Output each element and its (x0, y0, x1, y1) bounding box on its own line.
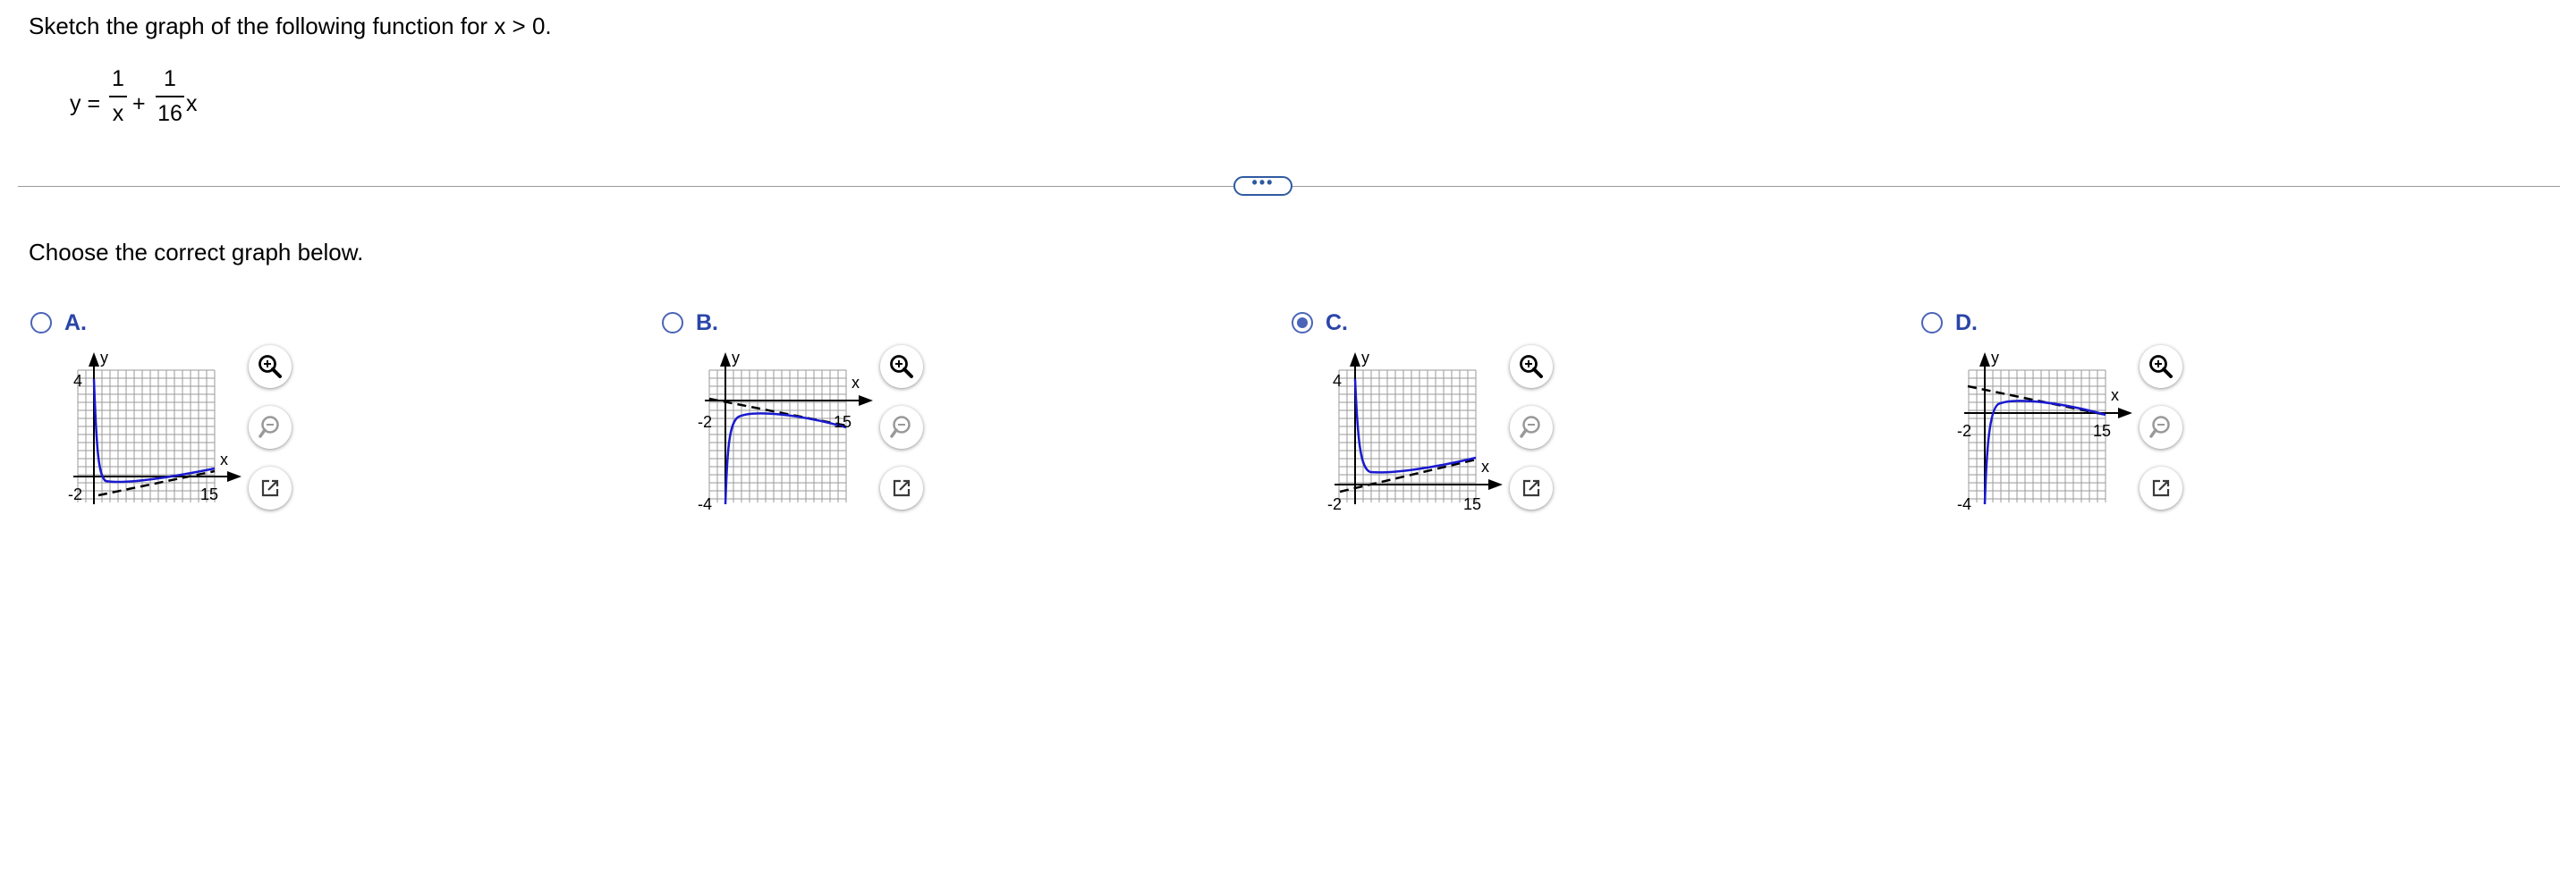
fraction-2-denominator: 16 (157, 101, 182, 126)
zoom-in-icon (890, 355, 913, 378)
option-d-ymin-label: -4 (1957, 495, 1971, 513)
option-b-label[interactable]: B. (696, 310, 718, 336)
option-d-radio[interactable] (1921, 312, 1943, 333)
question-prompt: Sketch the graph of the following functi… (29, 13, 552, 39)
option-b-xmax-label: 15 (834, 413, 852, 431)
option-c-label[interactable]: C. (1326, 310, 1348, 336)
popout-icon (893, 479, 911, 497)
option-c-graph[interactable]: y x 4 -2 15 (1315, 343, 1538, 513)
zoom-in-icon (1520, 355, 1543, 378)
option-a-ymax-label: 4 (73, 372, 82, 390)
option-d-label[interactable]: D. (1955, 310, 1978, 336)
option-b[interactable]: B. (662, 308, 718, 338)
option-c[interactable]: C. (1292, 308, 1348, 338)
option-b-graph[interactable]: y x -2 -4 15 (685, 343, 909, 513)
zoom-out-icon (2149, 416, 2170, 438)
equation: y = 1 x + 1 16 x (70, 66, 231, 138)
option-a-graph[interactable]: y x 4 -2 15 (54, 343, 277, 513)
option-d-curve (1983, 400, 2106, 505)
option-a-ymin-label: -2 (68, 485, 82, 503)
option-a-ylabel: y (100, 349, 108, 367)
option-b-zoom-out-button[interactable] (880, 406, 923, 449)
zoom-out-icon (890, 416, 911, 438)
fraction-1-denominator: x (112, 101, 124, 126)
option-d-popout-button[interactable] (2140, 467, 2182, 510)
equation-trailing-x: x (186, 91, 198, 116)
option-d[interactable]: D. (1921, 308, 1978, 338)
option-a-zoom-in-button[interactable] (249, 345, 292, 388)
option-a-zoom-out-button[interactable] (249, 406, 292, 449)
option-b-radio[interactable] (662, 312, 683, 333)
option-c-radio[interactable] (1292, 312, 1313, 333)
fraction-1-over-x: 1 x (109, 66, 127, 127)
popout-icon (2152, 479, 2170, 497)
option-a-popout-button[interactable] (249, 467, 292, 510)
option-c-xlabel: x (1481, 458, 1489, 476)
fraction-2-bar (156, 96, 184, 97)
option-a-axes (73, 352, 242, 504)
instruction-text: Choose the correct graph below. (29, 239, 364, 266)
option-d-ymax-label: -2 (1957, 422, 1971, 440)
option-d-xmax-label: 15 (2093, 422, 2111, 440)
option-c-ylabel: y (1361, 349, 1369, 367)
option-a-radio[interactable] (30, 312, 52, 333)
zoom-in-icon (2149, 355, 2173, 378)
option-d-graph[interactable]: y x -2 -4 15 (1945, 343, 2168, 513)
option-d-zoom-out-button[interactable] (2140, 406, 2182, 449)
zoom-out-icon (1520, 416, 1540, 438)
option-c-axes (1335, 352, 1503, 504)
popout-icon (1522, 479, 1540, 497)
option-a-label[interactable]: A. (64, 310, 87, 336)
option-c-ymax-label: 4 (1333, 372, 1342, 390)
option-a-xmax-label: 15 (200, 485, 218, 503)
zoom-in-icon (258, 355, 282, 378)
fraction-1-over-16: 1 16 (156, 66, 184, 127)
option-d-ylabel: y (1991, 349, 1999, 367)
zoom-out-icon (258, 416, 279, 438)
fraction-1-bar (109, 96, 127, 97)
option-c-xmax-label: 15 (1463, 495, 1481, 513)
fraction-1-numerator: 1 (112, 66, 124, 91)
option-b-ymax-label: -2 (698, 413, 712, 431)
option-c-popout-button[interactable] (1510, 467, 1553, 510)
option-c-asymptote (1339, 458, 1477, 494)
option-a[interactable]: A. (30, 308, 87, 338)
option-b-xlabel: x (852, 374, 860, 392)
fraction-2-numerator: 1 (164, 66, 176, 91)
option-d-zoom-in-button[interactable] (2140, 345, 2182, 388)
option-d-xlabel: x (2111, 386, 2119, 404)
more-button[interactable]: ••• (1233, 174, 1292, 196)
popout-icon (261, 479, 279, 497)
option-c-zoom-out-button[interactable] (1510, 406, 1553, 449)
option-b-ylabel: y (732, 349, 740, 367)
option-b-popout-button[interactable] (880, 467, 923, 510)
option-a-xlabel: x (220, 451, 228, 468)
option-b-zoom-in-button[interactable] (880, 345, 923, 388)
equation-plus: + (132, 91, 146, 116)
option-c-zoom-in-button[interactable] (1510, 345, 1553, 388)
option-a-grid (77, 369, 216, 502)
option-b-ymin-label: -4 (698, 495, 712, 513)
equation-lhs: y = (70, 91, 101, 116)
option-c-ymin-label: -2 (1327, 495, 1342, 513)
